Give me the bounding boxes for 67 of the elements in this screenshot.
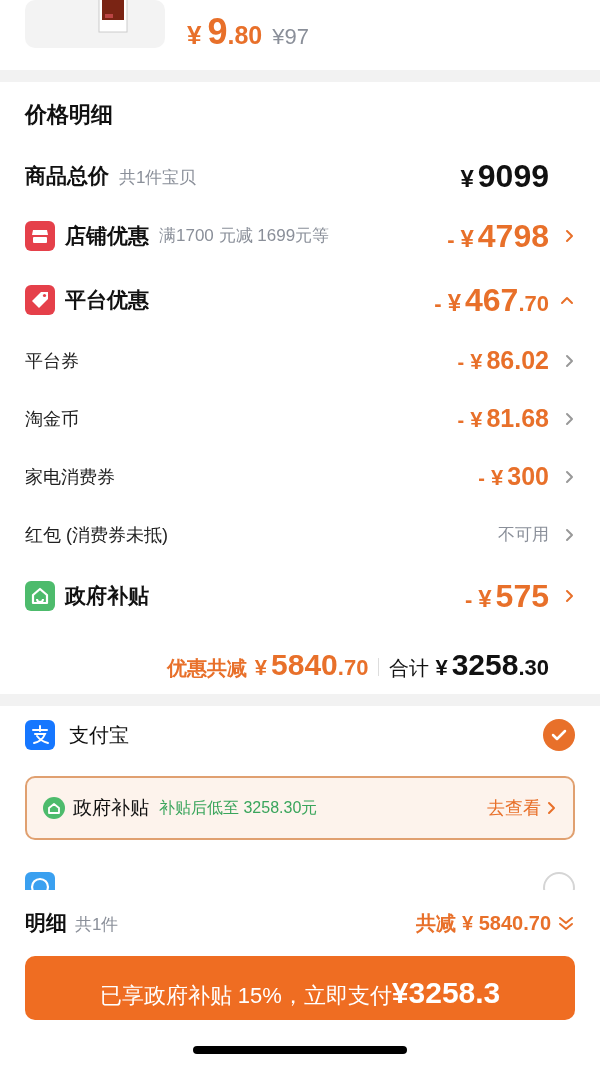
banner-note: 补贴后低至 3258.30元 [159, 798, 318, 818]
house-icon [43, 797, 65, 819]
chevron-right-icon [547, 800, 557, 816]
row-label: 红包 (消费券未抵) [25, 523, 168, 547]
row-label: 政府补贴 [65, 583, 149, 610]
row-label: 平台优惠 [65, 287, 149, 314]
price-main: 9 [207, 14, 228, 50]
section-title: 价格明细 [25, 101, 114, 129]
discount-decimal: .70 [337, 654, 369, 682]
check-icon [551, 729, 567, 741]
chevron-right-icon [565, 469, 575, 485]
currency-sign: ¥ [478, 584, 492, 614]
discount-decimal: .70 [518, 290, 549, 318]
subsidy-banner[interactable]: 政府补贴 补贴后低至 3258.30元 去查看 [25, 776, 575, 840]
minus-sign: - [457, 408, 465, 434]
radio-button[interactable] [543, 719, 575, 751]
shop-icon [25, 221, 55, 251]
alipay-icon [25, 720, 55, 750]
item-count: 共1件 [75, 914, 119, 937]
row-label: 家电消费券 [25, 465, 115, 489]
discount-amount: 575 [495, 577, 549, 616]
minus-sign: - [434, 290, 442, 318]
double-chevron-down-icon [557, 914, 575, 932]
discount-label: 优惠共减 [166, 656, 247, 681]
discount-amount: 467 [465, 281, 519, 320]
chevron-right-icon [565, 353, 575, 369]
total-label: 合计 [389, 656, 430, 681]
home-indicator[interactable] [193, 1046, 407, 1054]
minus-sign: - [457, 350, 465, 376]
row-note: 共1件宝贝 [119, 167, 197, 190]
currency-sign: ¥ [435, 654, 448, 682]
discount-amount: 4798 [477, 217, 549, 256]
currency-sign: ¥ [470, 348, 483, 377]
currency-sign: ¥ [460, 164, 474, 194]
discount-summary: 共减 ¥ 5840.70 [416, 911, 551, 936]
currency-sign: ¥ [470, 406, 483, 435]
total-amount: 9099 [477, 157, 549, 196]
payment-method-label[interactable]: 支付宝 [69, 720, 129, 750]
discount-amount: 300 [507, 461, 549, 493]
chevron-right-icon [565, 527, 575, 543]
discount-total: 5840 [271, 647, 338, 683]
price-decimal: .80 [227, 20, 263, 51]
currency-sign: ¥ [254, 654, 268, 682]
discount-amount: 81.68 [486, 403, 549, 435]
row-note: 满1700 元减 1699元等 [159, 225, 330, 248]
price-currency: ¥ [187, 19, 202, 52]
minus-sign: - [464, 586, 473, 614]
minus-sign: - [478, 466, 486, 492]
tag-icon [25, 285, 55, 315]
status-text: 不可用 [498, 524, 549, 547]
row-label: 淘金币 [25, 407, 79, 431]
total-decimal: .30 [518, 654, 549, 682]
original-price: ¥97 [272, 23, 309, 51]
row-label: 店铺优惠 [65, 223, 149, 250]
row-label: 商品总价 [25, 163, 109, 190]
total-amount: 3258 [451, 647, 519, 683]
view-link: 去查看 [487, 796, 541, 820]
house-icon [25, 581, 55, 611]
minus-sign: - [447, 226, 455, 254]
currency-sign: ¥ [447, 288, 461, 318]
footer-label: 明细 [25, 910, 67, 937]
chevron-right-icon [565, 411, 575, 427]
row-label: 平台券 [25, 349, 79, 373]
discount-amount: 86.02 [486, 345, 549, 377]
currency-sign: ¥ [460, 224, 474, 254]
currency-sign: ¥ [491, 464, 504, 493]
banner-label: 政府补贴 [73, 795, 149, 820]
